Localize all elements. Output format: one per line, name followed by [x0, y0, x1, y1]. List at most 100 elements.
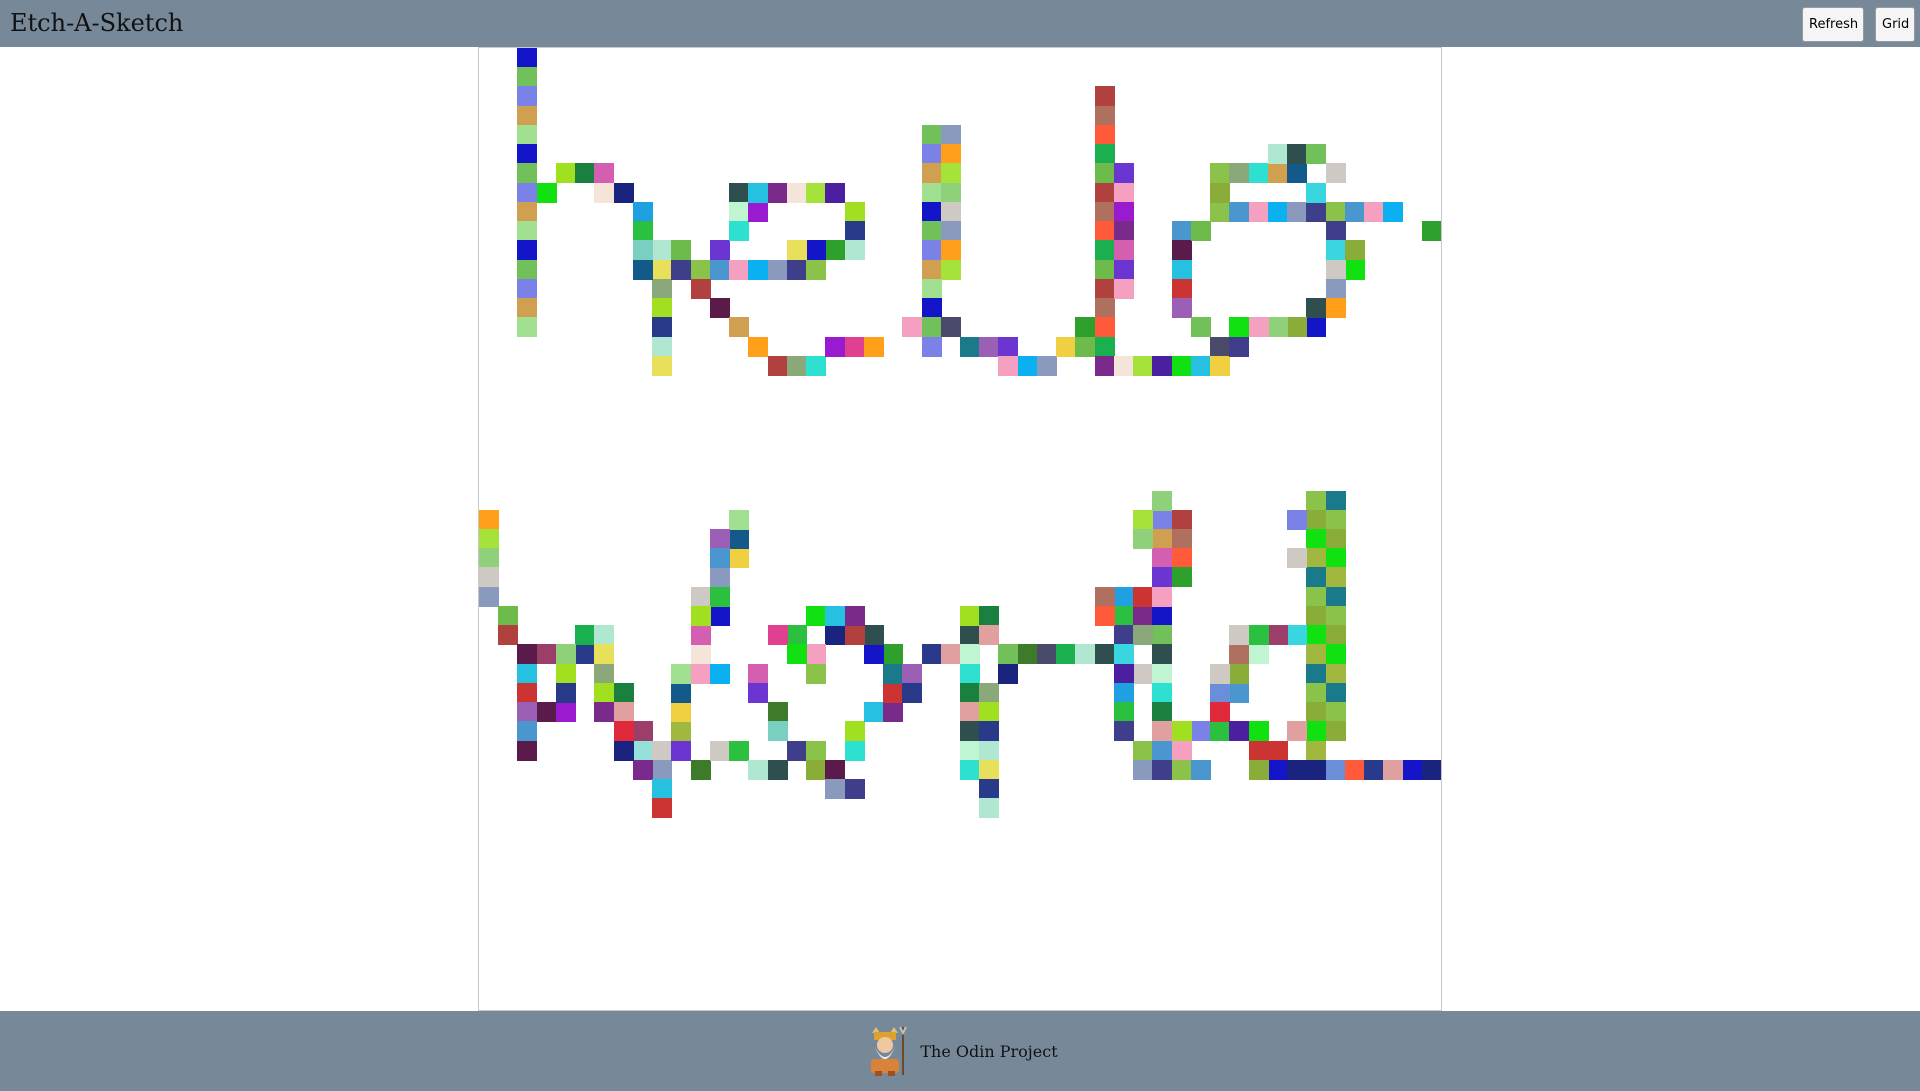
grid-cell[interactable]	[960, 625, 980, 646]
grid-cell[interactable]	[825, 240, 846, 261]
grid-cell[interactable]	[517, 644, 538, 665]
grid-cell[interactable]	[671, 663, 692, 684]
grid-cell[interactable]	[1171, 509, 1192, 530]
grid-cell[interactable]	[632, 259, 653, 280]
grid-cell[interactable]	[921, 201, 942, 222]
grid-cell[interactable]	[1325, 548, 1346, 569]
grid-cell[interactable]	[594, 663, 615, 684]
grid-cell[interactable]	[979, 721, 1000, 742]
grid-cell[interactable]	[1306, 490, 1327, 511]
grid-cell[interactable]	[844, 779, 865, 800]
grid-cell[interactable]	[806, 240, 827, 261]
grid-cell[interactable]	[1267, 163, 1288, 184]
grid-cell[interactable]	[1402, 759, 1423, 780]
grid-cell[interactable]	[1383, 201, 1404, 222]
grid-cell[interactable]	[1325, 221, 1346, 242]
grid-cell[interactable]	[594, 702, 615, 723]
grid-cell[interactable]	[1267, 759, 1288, 780]
grid-cell[interactable]	[767, 702, 788, 723]
grid-cell[interactable]	[1229, 201, 1250, 222]
grid-cell[interactable]	[632, 759, 653, 780]
grid-cell[interactable]	[1421, 221, 1441, 242]
grid-cell[interactable]	[1056, 336, 1077, 357]
grid-cell[interactable]	[517, 702, 538, 723]
grid-cell[interactable]	[1094, 240, 1115, 261]
grid-cell[interactable]	[1248, 721, 1269, 742]
grid-cell[interactable]	[1210, 721, 1231, 742]
grid-cell[interactable]	[690, 259, 711, 280]
grid-cell[interactable]	[671, 740, 692, 761]
grid-cell[interactable]	[998, 355, 1019, 376]
grid-cell[interactable]	[883, 644, 904, 665]
grid-cell[interactable]	[1036, 644, 1057, 665]
grid-cell[interactable]	[652, 240, 673, 261]
grid-cell[interactable]	[806, 259, 827, 280]
grid-cell[interactable]	[1248, 625, 1269, 646]
grid-cell[interactable]	[1210, 336, 1231, 357]
sketch-grid[interactable]	[479, 48, 1441, 1010]
grid-cell[interactable]	[1306, 721, 1327, 742]
grid-cell[interactable]	[1287, 317, 1308, 338]
grid-cell[interactable]	[1094, 644, 1115, 665]
grid-cell[interactable]	[709, 529, 730, 549]
grid-cell[interactable]	[1229, 644, 1250, 665]
grid-cell[interactable]	[729, 317, 750, 338]
grid-cell[interactable]	[1113, 605, 1134, 626]
grid-cell[interactable]	[1094, 259, 1115, 280]
grid-cell[interactable]	[940, 124, 961, 145]
grid-cell[interactable]	[1152, 644, 1173, 665]
grid-cell[interactable]	[1094, 144, 1115, 165]
grid-cell[interactable]	[767, 182, 788, 203]
grid-cell[interactable]	[1113, 355, 1134, 376]
grid-cell[interactable]	[1113, 721, 1134, 742]
grid-cell[interactable]	[1306, 740, 1327, 761]
grid-cell[interactable]	[1306, 586, 1327, 607]
grid-cell[interactable]	[671, 682, 692, 703]
grid-cell[interactable]	[940, 317, 961, 338]
grid-cell[interactable]	[960, 759, 980, 780]
grid-cell[interactable]	[1306, 567, 1327, 588]
grid-cell[interactable]	[1325, 586, 1346, 607]
grid-cell[interactable]	[1306, 201, 1327, 222]
grid-cell[interactable]	[1133, 509, 1154, 530]
grid-cell[interactable]	[1113, 586, 1134, 607]
grid-cell[interactable]	[748, 663, 769, 684]
grid-cell[interactable]	[767, 721, 788, 742]
grid-cell[interactable]	[825, 336, 846, 357]
grid-cell[interactable]	[1190, 759, 1211, 780]
grid-cell[interactable]	[632, 740, 653, 761]
grid-cell[interactable]	[979, 605, 1000, 626]
grid-cell[interactable]	[1364, 759, 1385, 780]
grid-cell[interactable]	[1210, 201, 1231, 222]
grid-cell[interactable]	[1113, 201, 1134, 222]
grid-cell[interactable]	[1248, 317, 1269, 338]
grid-cell[interactable]	[1306, 182, 1327, 203]
grid-cell[interactable]	[921, 163, 942, 184]
grid-cell[interactable]	[652, 740, 673, 761]
grid-cell[interactable]	[1133, 625, 1154, 646]
grid-cell[interactable]	[748, 682, 769, 703]
grid-cell[interactable]	[844, 740, 865, 761]
grid-cell[interactable]	[632, 721, 653, 742]
grid-cell[interactable]	[1152, 682, 1173, 703]
grid-cell[interactable]	[1171, 221, 1192, 242]
grid-cell[interactable]	[1036, 355, 1057, 376]
grid-cell[interactable]	[671, 702, 692, 723]
grid-cell[interactable]	[1248, 163, 1269, 184]
grid-cell[interactable]	[1171, 355, 1192, 376]
grid-cell[interactable]	[1306, 548, 1327, 569]
grid-cell[interactable]	[940, 240, 961, 261]
grid-cell[interactable]	[517, 182, 538, 203]
grid-cell[interactable]	[1229, 163, 1250, 184]
grid-cell[interactable]	[1287, 509, 1308, 530]
grid-cell[interactable]	[613, 702, 634, 723]
grid-cell[interactable]	[517, 221, 538, 242]
grid-cell[interactable]	[1383, 759, 1404, 780]
grid-cell[interactable]	[555, 644, 576, 665]
grid-cell[interactable]	[1171, 759, 1192, 780]
grid-cell[interactable]	[844, 605, 865, 626]
grid-cell[interactable]	[883, 682, 904, 703]
grid-cell[interactable]	[825, 779, 846, 800]
grid-cell[interactable]	[1113, 625, 1134, 646]
grid-cell[interactable]	[709, 586, 730, 607]
